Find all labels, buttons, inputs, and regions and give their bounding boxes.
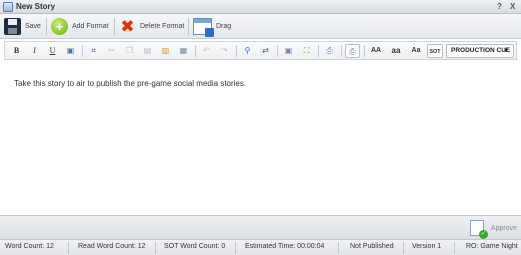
format-divider (318, 45, 319, 57)
add-format-button[interactable]: + Add Format (51, 17, 109, 36)
format-divider (341, 45, 342, 57)
status-bar: Word Count: 12 Read Word Count: 12 SOT W… (0, 239, 521, 255)
toolbar-divider (46, 18, 47, 35)
chevron-down-icon: ▼ (503, 48, 509, 54)
approve-button[interactable]: Approve (469, 220, 517, 239)
save-icon (4, 18, 21, 35)
close-button[interactable]: X (510, 2, 515, 11)
main-toolbar: Save + Add Format ✖ Delete Format Drag (0, 14, 521, 39)
save-button[interactable]: Save (4, 17, 41, 36)
story-text[interactable]: Take this story to air to publish the pr… (14, 79, 246, 88)
maximize-icon[interactable]: ⛶ (299, 44, 314, 58)
add-icon: + (51, 18, 68, 35)
approve-check-icon (469, 220, 488, 239)
sot-button[interactable]: SOT (427, 44, 443, 58)
format-divider (195, 45, 196, 57)
copy-icon[interactable]: ❐ (122, 44, 137, 58)
delete-x-icon: ✖ (120, 17, 135, 36)
lowercase-button[interactable]: aa (387, 44, 405, 58)
approve-label: Approve (490, 224, 517, 232)
print-preview-icon[interactable]: ⎙ (345, 44, 360, 58)
help-button[interactable]: ? (497, 2, 502, 11)
paste-text-icon[interactable]: ▥ (158, 44, 173, 58)
story-editor[interactable]: Take this story to air to publish the pr… (0, 61, 521, 215)
replace-icon[interactable]: ⇄ (258, 44, 273, 58)
status-divider (338, 242, 339, 254)
delete-format-label: Delete Format (140, 23, 185, 30)
undo-icon[interactable]: ↶ (199, 44, 214, 58)
print-icon[interactable]: ⎙ (322, 44, 337, 58)
publish-status: Not Published (350, 243, 394, 250)
save-label: Save (25, 23, 41, 30)
version-label: Version 1 (412, 243, 442, 250)
uppercase-button[interactable]: AA (367, 44, 385, 58)
format-toolbar: B I U ▣ ⌗ ✂ ❐ ▤ ▥ ▦ ↶ ↷ ⚲ ⇄ ▣ ⛶ ⎙ ⎙ AA a… (4, 41, 517, 60)
insert-image-icon[interactable]: ▣ (63, 44, 78, 58)
toolbar-divider (114, 18, 115, 35)
find-icon[interactable]: ⚲ (240, 44, 255, 58)
drag-label: Drag (216, 23, 232, 30)
status-divider (235, 242, 236, 254)
toolbar-divider (188, 18, 189, 35)
read-word-count: Read Word Count: 12 (78, 243, 146, 250)
word-count: Word Count: 12 (5, 243, 54, 250)
sot-word-count: SOT Word Count: 0 (164, 243, 226, 250)
production-cue-dropdown[interactable]: PRODUCTION CUE ▼ (446, 44, 514, 58)
format-divider (277, 45, 278, 57)
add-format-label: Add Format (72, 23, 109, 30)
estimated-time: Estimated Time: 00:00:04 (245, 243, 325, 250)
status-divider (403, 242, 404, 254)
approve-bar: Approve (0, 215, 521, 239)
paste-icon[interactable]: ▤ (140, 44, 155, 58)
status-divider (68, 242, 69, 254)
titlecase-button[interactable]: Aa (407, 44, 425, 58)
format-divider (82, 45, 83, 57)
select-all-icon[interactable]: ⌗ (86, 44, 101, 58)
paste-word-icon[interactable]: ▦ (176, 44, 191, 58)
redo-icon[interactable]: ↷ (217, 44, 232, 58)
status-divider (155, 242, 156, 254)
bold-button[interactable]: B (9, 44, 24, 58)
format-divider (364, 45, 365, 57)
show-blocks-icon[interactable]: ▣ (281, 44, 296, 58)
story-window-icon (3, 2, 13, 12)
cut-icon[interactable]: ✂ (104, 44, 119, 58)
format-divider (236, 45, 237, 57)
drag-button[interactable]: Drag (193, 17, 232, 37)
delete-format-button[interactable]: ✖ Delete Format (119, 17, 184, 36)
drag-window-icon (193, 18, 214, 37)
underline-button[interactable]: U (45, 44, 60, 58)
rundown-label: RO: Game Night (466, 243, 518, 250)
production-cue-label: PRODUCTION CUE (451, 47, 511, 54)
window-title: New Story (16, 2, 56, 11)
italic-button[interactable]: I (27, 44, 42, 58)
status-divider (454, 242, 455, 254)
title-bar: New Story ? X (0, 0, 521, 14)
